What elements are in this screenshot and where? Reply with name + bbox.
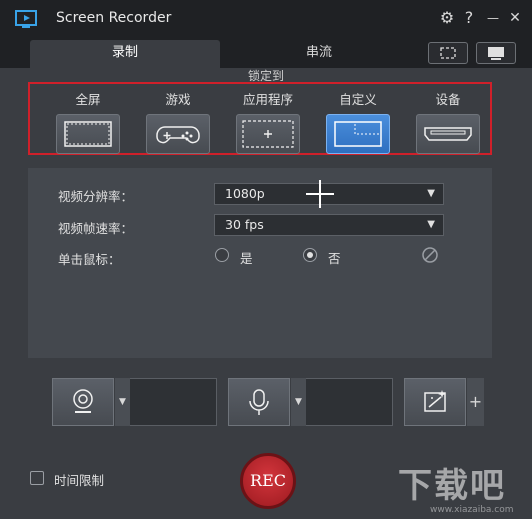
gear-icon[interactable]: ⚙ (438, 9, 456, 27)
mouse-click-no-radio[interactable] (303, 248, 317, 262)
mouse-click-yes-radio[interactable] (215, 248, 229, 262)
mode-label-game: 游戏 (165, 92, 191, 107)
magic-wand-icon (424, 390, 446, 412)
webcam-button[interactable] (52, 378, 114, 426)
time-limit-label: 时间限制 (54, 473, 105, 488)
monitor-icon (488, 47, 504, 60)
close-button[interactable]: ✕ (506, 9, 524, 27)
microphone-icon (249, 389, 269, 415)
help-button[interactable]: ? (460, 9, 478, 27)
minimize-button[interactable]: — (484, 9, 502, 27)
watermark-url: www.xiazaiba.com (430, 505, 514, 515)
hdmi-device-icon (424, 127, 472, 141)
resolution-label: 视频分辨率： (58, 189, 134, 204)
disabled-icon (422, 247, 438, 263)
capture-region-icon (440, 47, 456, 59)
framerate-label: 视频帧速率： (58, 221, 134, 236)
watermark-logo: 下载吧 (398, 466, 506, 506)
webcam-icon (73, 389, 93, 413)
framerate-select[interactable]: 30 fps ▼ (214, 214, 444, 236)
mode-app-button[interactable] (236, 114, 300, 154)
resolution-value: 1080p (225, 186, 265, 201)
time-limit-checkbox[interactable] (30, 471, 44, 485)
mode-fullscreen-button[interactable] (56, 114, 120, 154)
effects-button[interactable] (404, 378, 466, 426)
custom-region-icon (334, 121, 382, 147)
app-window-icon (242, 120, 294, 148)
record-button[interactable]: REC (240, 453, 296, 509)
mini-mode-button[interactable] (476, 42, 516, 64)
mode-game-button[interactable] (146, 114, 210, 154)
tab-stream[interactable]: 串流 (224, 40, 414, 66)
microphone-dropdown-icon[interactable]: ▼ (290, 378, 306, 426)
mouse-click-no-label: 否 (328, 251, 341, 266)
crosshair-cursor-icon (306, 180, 334, 208)
mouse-click-label: 单击鼠标： (58, 252, 121, 267)
mode-device-button[interactable] (416, 114, 480, 154)
app-title: Screen Recorder (56, 10, 172, 26)
app-logo-icon (15, 10, 37, 28)
mode-custom-button[interactable] (326, 114, 390, 154)
fullscreen-icon (64, 121, 112, 147)
framerate-value: 30 fps (225, 217, 264, 232)
webcam-dropdown-icon[interactable]: ▼ (114, 378, 130, 426)
tab-record[interactable]: 录制 (30, 40, 220, 68)
mode-label-device: 设备 (435, 92, 461, 107)
gamepad-icon (156, 126, 200, 144)
mode-label-custom: 自定义 (339, 92, 377, 107)
chevron-down-icon: ▼ (427, 188, 435, 199)
mouse-click-yes-label: 是 (240, 251, 253, 266)
add-effect-button[interactable]: + (466, 378, 484, 426)
capture-region-button[interactable] (428, 42, 468, 64)
mode-label-fullscreen: 全屏 (75, 92, 101, 107)
chevron-down-icon: ▼ (427, 219, 435, 230)
microphone-button[interactable] (228, 378, 290, 426)
mode-label-app: 应用程序 (242, 92, 293, 107)
